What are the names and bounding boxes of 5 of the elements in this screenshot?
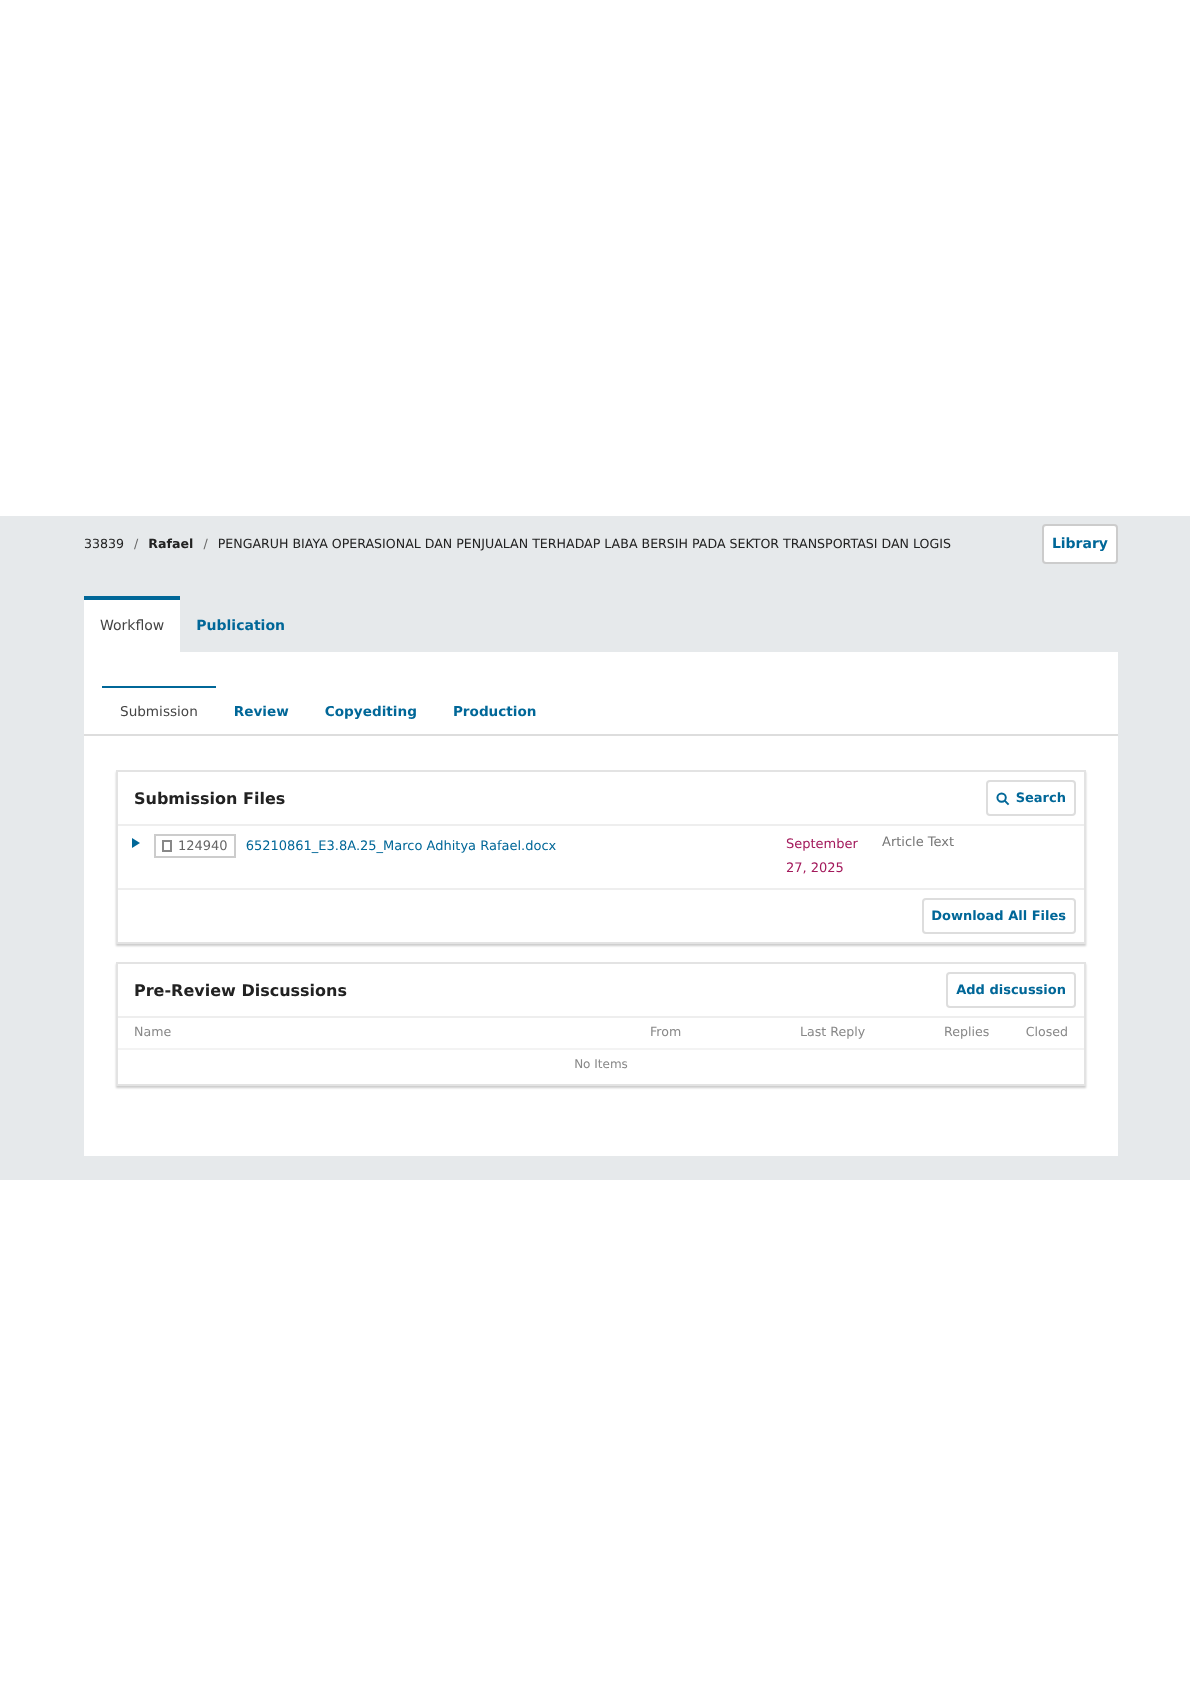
document-icon bbox=[162, 840, 172, 852]
search-icon bbox=[995, 791, 1010, 805]
card-title: Pre-Review Discussions bbox=[134, 981, 347, 1000]
expand-icon[interactable] bbox=[130, 838, 140, 848]
card-title: Submission Files bbox=[134, 789, 286, 807]
